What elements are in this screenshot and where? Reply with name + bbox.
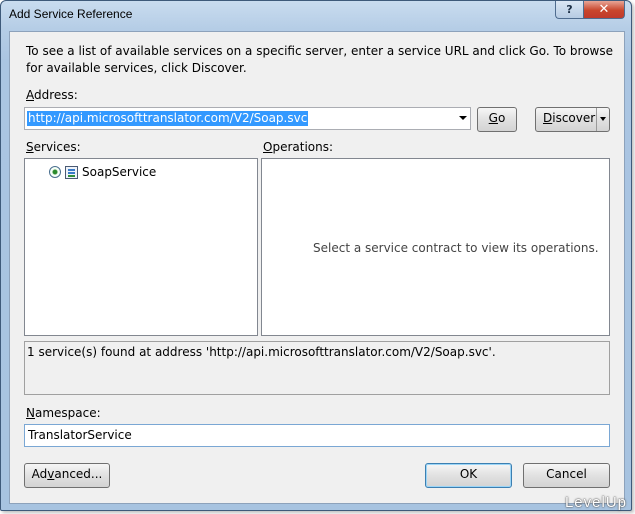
chevron-down-icon [600, 117, 606, 121]
services-tree[interactable]: SoapService [24, 158, 258, 336]
status-area: 1 service(s) found at address 'http://ap… [24, 341, 610, 395]
levelup-watermark: LevelUp [564, 494, 627, 511]
window-controls: ? ✕ [555, 1, 625, 19]
ok-button[interactable]: OK [425, 463, 512, 488]
address-label: Address: [26, 88, 78, 102]
dialog-client-area: To see a list of available services on a… [9, 31, 625, 504]
services-label: Services: [26, 140, 81, 154]
operations-label: Operations: [263, 140, 334, 154]
help-button[interactable]: ? [555, 1, 583, 19]
close-button[interactable]: ✕ [583, 1, 625, 19]
window-title: Add Service Reference [9, 7, 133, 21]
cancel-button[interactable]: Cancel [523, 463, 610, 488]
go-button[interactable]: Go [477, 107, 517, 132]
expand-node-icon[interactable] [49, 166, 61, 178]
add-service-reference-dialog: Add Service Reference ? ✕ To see a list … [0, 0, 632, 511]
intro-text: To see a list of available services on a… [26, 44, 614, 75]
namespace-label: Namespace: [26, 406, 101, 420]
discover-dropdown-arrow[interactable] [596, 108, 609, 131]
namespace-input[interactable]: TranslatorService [24, 424, 610, 447]
dropdown-arrow-icon[interactable] [459, 116, 467, 120]
address-input-value[interactable]: http://api.microsofttranslator.com/V2/So… [27, 111, 309, 126]
discover-split-button[interactable]: Discover [535, 107, 610, 132]
tree-item-label: SoapService [82, 165, 157, 179]
advanced-button[interactable]: Advanced... [24, 463, 110, 488]
status-text: 1 service(s) found at address 'http://ap… [27, 345, 496, 359]
tree-item-soapservice[interactable]: SoapService [49, 165, 156, 179]
address-combobox[interactable]: http://api.microsofttranslator.com/V2/So… [24, 107, 471, 130]
operations-list[interactable]: Select a service contract to view its op… [261, 158, 610, 336]
service-icon [65, 165, 78, 179]
operations-empty-message: Select a service contract to view its op… [313, 241, 599, 255]
